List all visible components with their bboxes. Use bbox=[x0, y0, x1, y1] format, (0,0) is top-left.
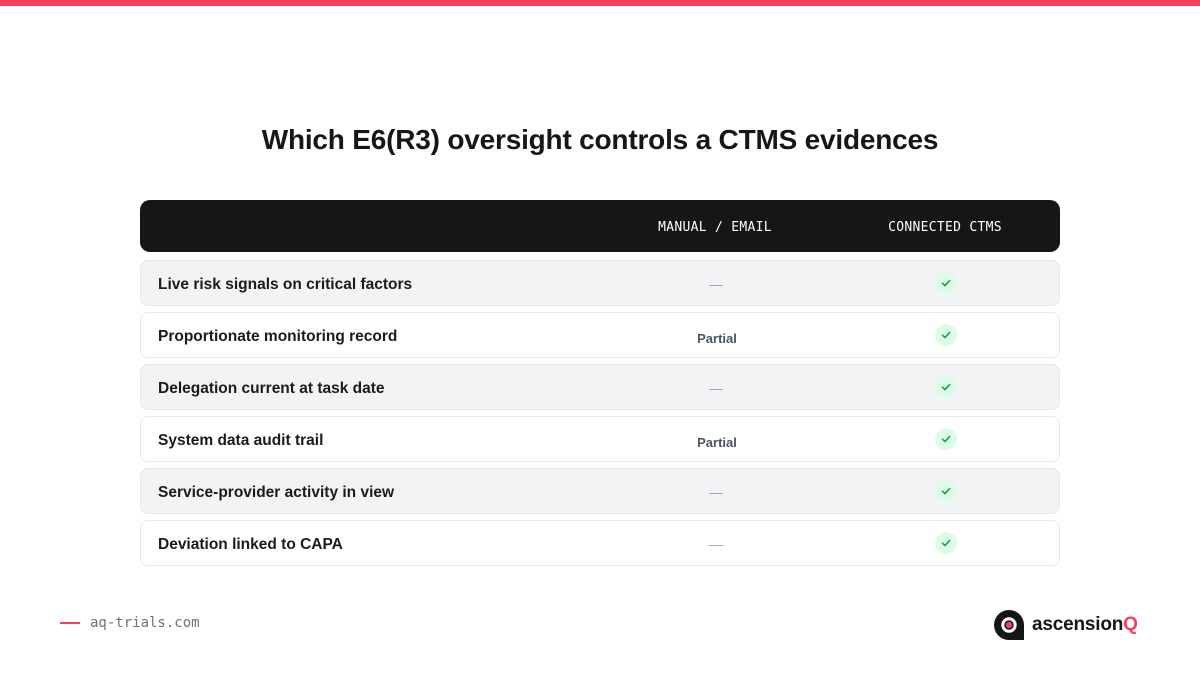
manual-cell: — bbox=[636, 365, 796, 411]
partial-value: Partial bbox=[697, 330, 737, 346]
ctms-cell bbox=[866, 313, 1026, 359]
row-label: System data audit trail bbox=[158, 432, 324, 449]
footer-accent-line bbox=[60, 622, 80, 624]
check-icon bbox=[935, 324, 957, 346]
comparison-table: MANUAL / EMAIL CONNECTED CTMS Live risk … bbox=[140, 200, 1060, 572]
manual-cell: Partial bbox=[636, 313, 796, 359]
ctms-cell bbox=[866, 469, 1026, 515]
ctms-cell bbox=[866, 521, 1026, 567]
dash-value: — bbox=[709, 379, 723, 396]
row-label: Delegation current at task date bbox=[158, 380, 385, 397]
check-icon bbox=[935, 480, 957, 502]
partial-value: Partial bbox=[697, 434, 737, 450]
table-row: Service-provider activity in view — bbox=[140, 468, 1060, 514]
brand-name: ascensionQ bbox=[1032, 614, 1138, 635]
column-header-manual: MANUAL / EMAIL bbox=[658, 220, 772, 235]
manual-cell: — bbox=[636, 261, 796, 307]
row-label: Service-provider activity in view bbox=[158, 484, 395, 501]
table-body: Live risk signals on critical factors — … bbox=[140, 260, 1060, 566]
check-icon bbox=[935, 272, 957, 294]
brand-logo-lockup: ascensionQ bbox=[994, 609, 1138, 641]
manual-cell: Partial bbox=[636, 417, 796, 463]
table-row: Deviation linked to CAPA — bbox=[140, 520, 1060, 566]
dash-value: — bbox=[709, 275, 723, 292]
top-accent-bar bbox=[0, 0, 1200, 6]
ctms-cell bbox=[866, 417, 1026, 463]
check-icon bbox=[935, 532, 957, 554]
ascensionq-logo-icon bbox=[994, 610, 1024, 640]
footer-source: aq-trials.com bbox=[60, 612, 200, 634]
table-row: System data audit trail Partial bbox=[140, 416, 1060, 462]
footer-url: aq-trials.com bbox=[90, 615, 200, 631]
table-row: Live risk signals on critical factors — bbox=[140, 260, 1060, 306]
row-label: Proportionate monitoring record bbox=[158, 328, 398, 345]
row-label: Deviation linked to CAPA bbox=[158, 536, 343, 553]
brand-accent-letter: Q bbox=[1123, 614, 1138, 635]
manual-cell: — bbox=[636, 521, 796, 567]
column-header-ctms: CONNECTED CTMS bbox=[888, 220, 1002, 235]
dash-value: — bbox=[709, 535, 723, 552]
table-header: MANUAL / EMAIL CONNECTED CTMS bbox=[140, 200, 1060, 252]
row-label: Live risk signals on critical factors bbox=[158, 276, 413, 293]
ctms-cell bbox=[866, 365, 1026, 411]
manual-cell: — bbox=[636, 469, 796, 515]
table-row: Delegation current at task date — bbox=[140, 364, 1060, 410]
check-icon bbox=[935, 428, 957, 450]
table-row: Proportionate monitoring record Partial bbox=[140, 312, 1060, 358]
page-title: Which E6(R3) oversight controls a CTMS e… bbox=[261, 124, 939, 155]
check-icon bbox=[935, 376, 957, 398]
dash-value: — bbox=[709, 483, 723, 500]
ctms-cell bbox=[866, 261, 1026, 307]
